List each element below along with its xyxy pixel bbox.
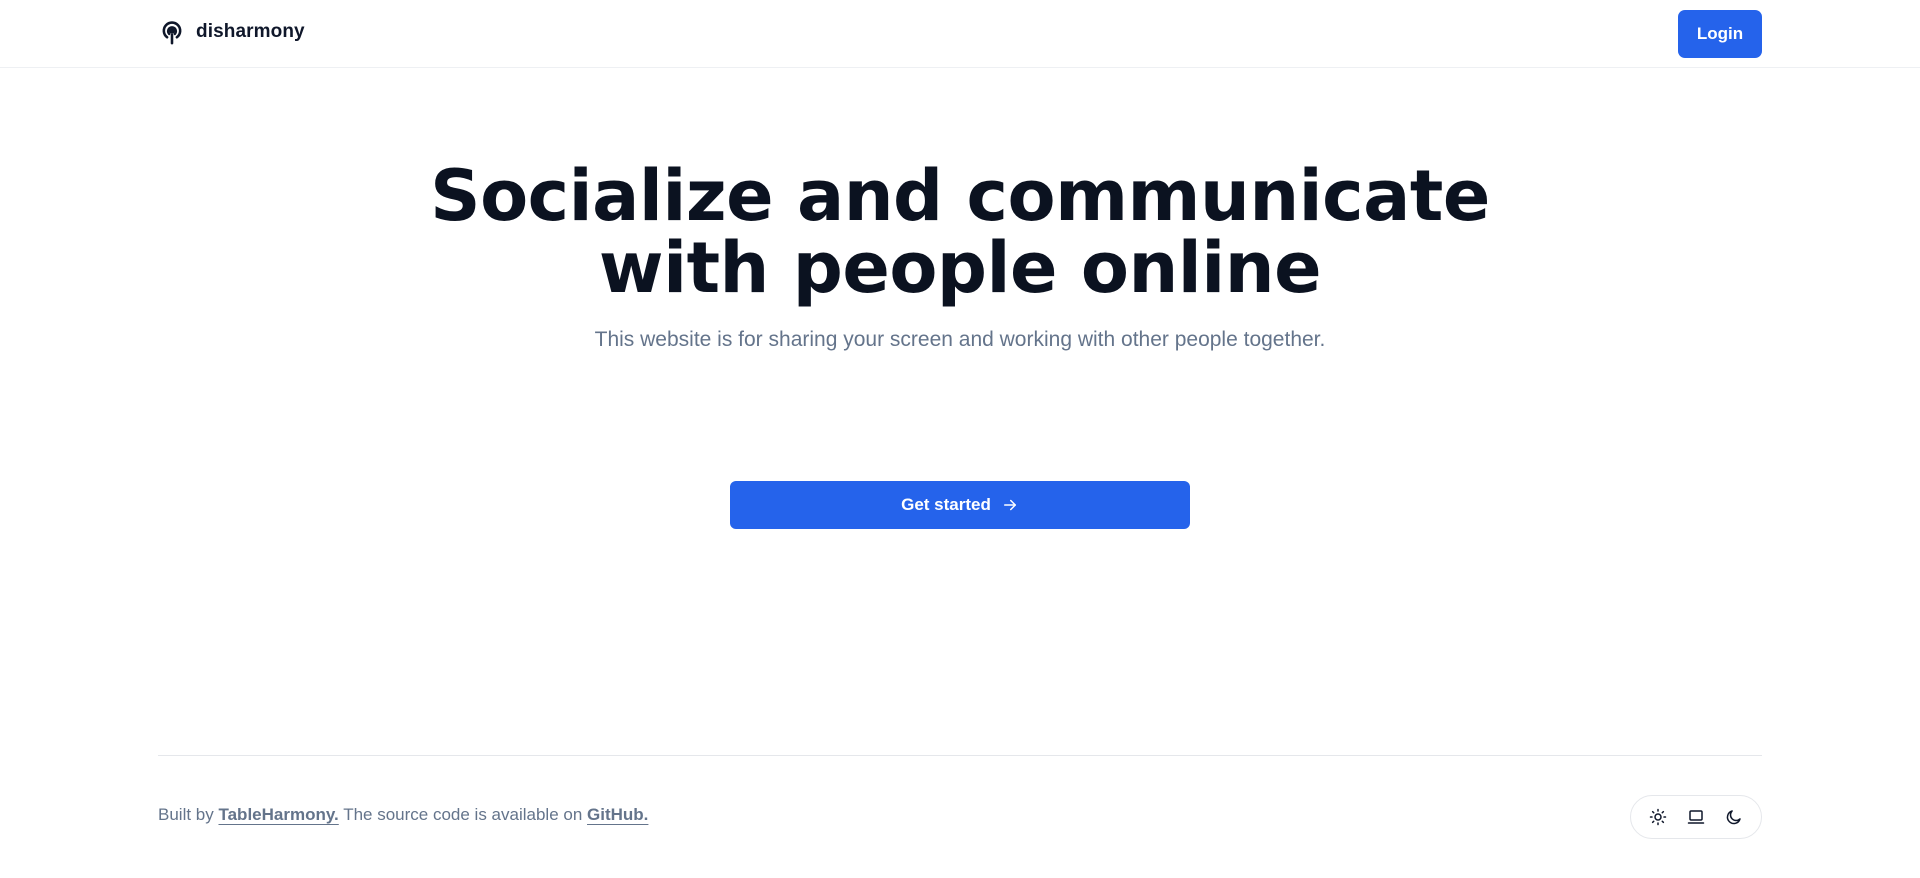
hero-headline: Socialize and communicate with people on…	[0, 160, 1920, 304]
get-started-button[interactable]: Get started	[730, 481, 1190, 529]
author-link[interactable]: TableHarmony.	[218, 805, 338, 824]
sun-icon	[1649, 808, 1667, 826]
system-theme-button[interactable]	[1681, 802, 1711, 832]
footer-credits: Built by TableHarmony. The source code i…	[158, 805, 648, 825]
hero-subtitle: This website is for sharing your screen …	[594, 328, 1326, 351]
github-link[interactable]: GitHub.	[587, 805, 648, 824]
hero-headline-line2: with people online	[598, 227, 1322, 309]
dark-theme-button[interactable]	[1719, 802, 1749, 832]
laptop-icon	[1687, 810, 1705, 824]
light-theme-button[interactable]	[1643, 802, 1673, 832]
brand-name: disharmony	[196, 21, 305, 42]
site-header: disharmony Login	[0, 0, 1920, 68]
theme-switcher	[1630, 795, 1762, 839]
footer-built-by: Built by	[158, 805, 214, 824]
footer-divider	[158, 755, 1762, 756]
hero-headline-line1: Socialize and communicate	[430, 155, 1490, 237]
login-button[interactable]: Login	[1678, 10, 1762, 58]
podcast-icon	[162, 21, 182, 45]
footer-source-text: The source code is available on	[343, 805, 583, 824]
get-started-label: Get started	[901, 495, 991, 514]
arrow-right-icon	[1003, 499, 1016, 511]
hero-section: Socialize and communicate with people on…	[0, 160, 1920, 352]
moon-icon	[1726, 810, 1741, 825]
brand-link[interactable]: disharmony	[158, 18, 305, 46]
